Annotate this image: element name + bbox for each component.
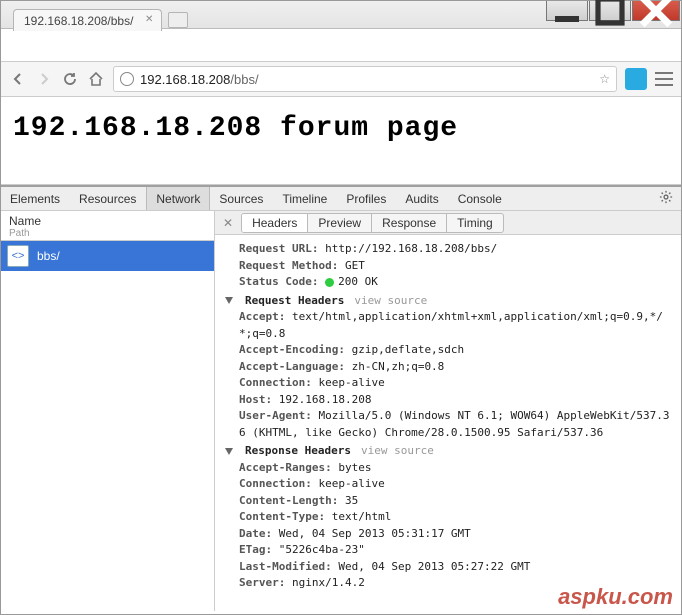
browser-tab[interactable]: 192.168.18.208/bbs/ ✕ — [13, 9, 162, 31]
subtab-timing[interactable]: Timing — [447, 214, 503, 232]
browser-tabstrip: 192.168.18.208/bbs/ ✕ — [13, 9, 188, 31]
response-header-row: Server: nginx/1.4.2 — [225, 575, 671, 592]
globe-icon — [120, 72, 134, 86]
devtools-settings-icon[interactable] — [651, 190, 681, 207]
devtools-tab-audits[interactable]: Audits — [396, 187, 448, 210]
close-tab-icon[interactable]: ✕ — [145, 14, 153, 25]
request-name-label: bbs/ — [37, 249, 60, 263]
response-header-row: Connection: keep-alive — [225, 476, 671, 493]
devtools-tabs: Elements Resources Network Sources Timel… — [1, 187, 681, 211]
response-header-row: Last-Modified: Wed, 04 Sep 2013 05:27:22… — [225, 559, 671, 576]
devtools-tab-network[interactable]: Network — [146, 187, 210, 210]
view-source-link[interactable]: view source — [361, 443, 434, 460]
column-path: Path — [9, 228, 206, 239]
general-status-code: Status Code: 200 OK — [225, 274, 671, 291]
extension-button[interactable] — [625, 68, 647, 90]
address-bar[interactable]: 192.168.18.208/bbs/ ☆ — [113, 66, 617, 92]
chrome-menu-icon[interactable] — [655, 72, 673, 86]
devtools-tab-elements[interactable]: Elements — [1, 187, 70, 210]
url-text: 192.168.18.208/bbs/ — [140, 72, 593, 87]
headers-detail-pane: Request URL: http://192.168.18.208/bbs/ … — [215, 235, 681, 611]
page-content: 192.168.18.208 forum page — [1, 97, 681, 185]
network-request-row[interactable]: <> bbs/ — [1, 241, 214, 271]
request-header-row: Accept: text/html,application/xhtml+xml,… — [225, 309, 671, 342]
devtools-tab-resources[interactable]: Resources — [70, 187, 146, 210]
new-tab-button[interactable] — [168, 12, 188, 28]
close-details-icon[interactable]: ✕ — [215, 216, 241, 230]
request-header-row: Accept-Encoding: gzip,deflate,sdch — [225, 342, 671, 359]
browser-toolbar: 192.168.18.208/bbs/ ☆ — [1, 61, 681, 97]
home-button[interactable] — [87, 70, 105, 88]
request-header-row: User-Agent: Mozilla/5.0 (Windows NT 6.1;… — [225, 408, 671, 441]
devtools-panel: Elements Resources Network Sources Timel… — [1, 185, 681, 611]
response-headers-section[interactable]: Response Headersview source — [225, 443, 671, 460]
column-name: Name — [9, 214, 206, 228]
bookmark-star-icon[interactable]: ☆ — [599, 72, 610, 86]
response-header-row: Date: Wed, 04 Sep 2013 05:31:17 GMT — [225, 526, 671, 543]
network-request-list: Name Path <> bbs/ — [1, 211, 215, 611]
response-header-row: Content-Type: text/html — [225, 509, 671, 526]
devtools-tab-profiles[interactable]: Profiles — [337, 187, 396, 210]
subtab-response[interactable]: Response — [372, 214, 447, 232]
window-close-button[interactable] — [632, 1, 680, 21]
subtab-preview[interactable]: Preview — [308, 214, 372, 232]
response-header-row: Accept-Ranges: bytes — [225, 460, 671, 477]
window-maximize-button[interactable] — [589, 1, 631, 21]
request-list-header[interactable]: Name Path — [1, 211, 214, 241]
disclosure-triangle-icon — [225, 448, 233, 455]
disclosure-triangle-icon — [225, 297, 233, 304]
devtools-tab-sources[interactable]: Sources — [210, 187, 273, 210]
back-button[interactable] — [9, 70, 27, 88]
page-heading: 192.168.18.208 forum page — [13, 113, 669, 144]
forward-button[interactable] — [35, 70, 53, 88]
request-headers-section[interactable]: Request Headersview source — [225, 293, 671, 310]
devtools-tab-console[interactable]: Console — [449, 187, 512, 210]
view-source-link[interactable]: view source — [354, 293, 427, 310]
file-icon: <> — [7, 245, 29, 267]
window-minimize-button[interactable] — [546, 1, 588, 21]
reload-button[interactable] — [61, 70, 79, 88]
response-header-row: Content-Length: 35 — [225, 493, 671, 510]
network-detail-tabs: Headers Preview Response Timing — [241, 213, 504, 233]
request-header-row: Connection: keep-alive — [225, 375, 671, 392]
response-header-row: ETag: "5226c4ba-23" — [225, 542, 671, 559]
browser-tab-title: 192.168.18.208/bbs/ — [24, 14, 133, 28]
status-dot-icon — [325, 278, 334, 287]
general-request-url: Request URL: http://192.168.18.208/bbs/ — [225, 241, 671, 258]
request-header-row: Accept-Language: zh-CN,zh;q=0.8 — [225, 359, 671, 376]
general-request-method: Request Method: GET — [225, 258, 671, 275]
subtab-headers[interactable]: Headers — [242, 214, 308, 232]
devtools-tab-timeline[interactable]: Timeline — [273, 187, 337, 210]
request-header-row: Host: 192.168.18.208 — [225, 392, 671, 409]
